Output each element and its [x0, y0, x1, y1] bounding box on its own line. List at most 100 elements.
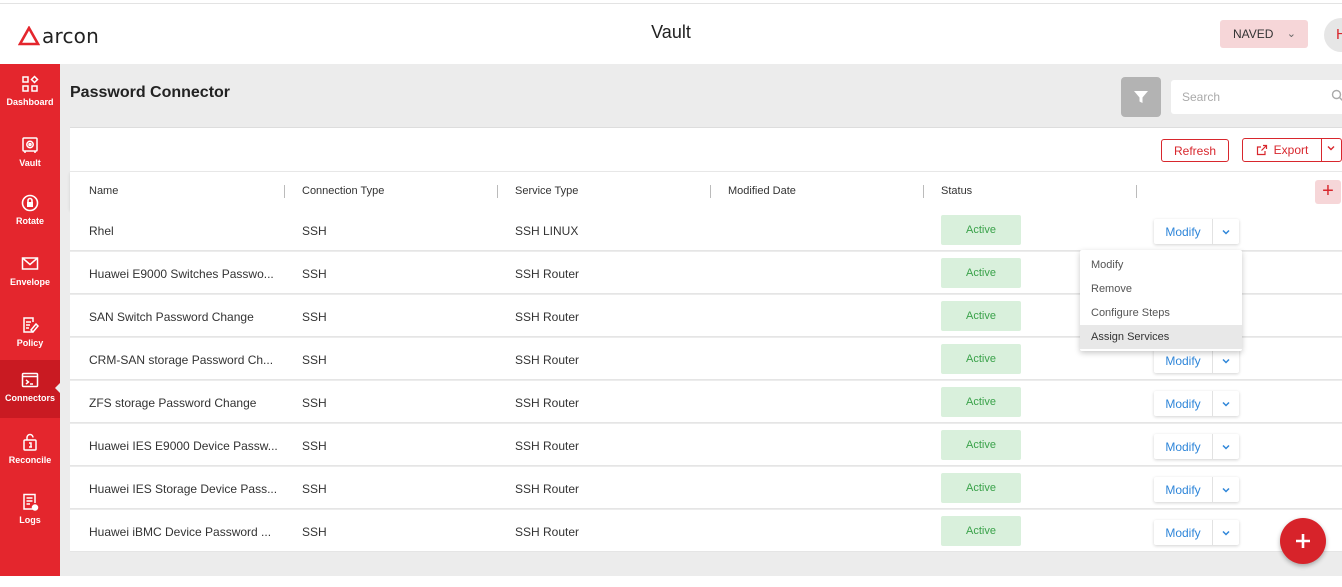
- add-connector-button[interactable]: +: [1315, 180, 1341, 204]
- cell-service-type: SSH Router: [515, 310, 580, 324]
- status-badge: Active: [941, 215, 1021, 245]
- modify-button[interactable]: Modify: [1154, 434, 1212, 459]
- terminal-icon: [21, 370, 39, 390]
- row-action-group: Modify: [1154, 434, 1239, 459]
- export-label: Export: [1273, 143, 1309, 157]
- cell-name: Rhel: [89, 224, 114, 238]
- sidebar-item-envelope[interactable]: Envelope: [0, 244, 60, 302]
- plus-icon: [1296, 534, 1310, 548]
- status-badge: Active: [941, 387, 1021, 417]
- column-header-name[interactable]: Name: [89, 185, 118, 197]
- app-title: Vault: [651, 22, 691, 42]
- table-row[interactable]: ZFS storage Password Change SSH SSH Router…: [70, 381, 1342, 423]
- column-divider: [710, 185, 711, 198]
- chevron-down-icon[interactable]: [1212, 348, 1239, 373]
- column-divider: [497, 185, 498, 198]
- cell-connection-type: SSH: [302, 353, 327, 367]
- menu-item-modify[interactable]: Modify: [1080, 253, 1242, 277]
- column-header-status[interactable]: Status: [941, 185, 972, 197]
- chevron-down-icon[interactable]: [1212, 477, 1239, 502]
- table-row[interactable]: Rhel SSH SSH LINUX Active Modify: [70, 209, 1342, 251]
- cell-name: ZFS storage Password Change: [89, 396, 257, 410]
- cell-connection-type: SSH: [302, 482, 327, 496]
- sidebar-item-rotate[interactable]: Rotate: [0, 183, 60, 241]
- cell-name: CRM-SAN storage Password Ch...: [89, 353, 274, 367]
- cell-connection-type: SSH: [302, 439, 327, 453]
- sidebar-item-label: Policy: [16, 338, 44, 348]
- row-action-group: Modify: [1154, 520, 1239, 545]
- column-header-service-type[interactable]: Service Type: [515, 185, 578, 197]
- cell-connection-type: SSH: [302, 224, 327, 238]
- menu-item-assign-services[interactable]: Assign Services: [1080, 325, 1242, 349]
- chevron-down-icon[interactable]: [1212, 219, 1239, 244]
- sidebar-item-label: Rotate: [15, 216, 44, 226]
- refresh-button[interactable]: Refresh: [1161, 139, 1229, 162]
- cell-service-type: SSH Router: [515, 439, 580, 453]
- search-icon[interactable]: [1331, 89, 1342, 102]
- row-action-group: Modify: [1154, 348, 1239, 373]
- status-badge: Active: [941, 516, 1021, 546]
- user-name: NAVED: [1233, 27, 1274, 41]
- cell-connection-type: SSH: [302, 310, 327, 324]
- modify-button[interactable]: Modify: [1154, 219, 1212, 244]
- sidebar-item-label: Connectors: [4, 393, 55, 403]
- floating-add-button[interactable]: [1280, 518, 1326, 564]
- envelope-icon: [21, 254, 39, 274]
- table-row[interactable]: Huawei iBMC Device Password ... SSH SSH Ro…: [70, 510, 1342, 552]
- cell-service-type: SSH Router: [515, 525, 580, 539]
- logs-icon: [21, 492, 39, 512]
- export-button-group: Export: [1242, 138, 1342, 162]
- filter-icon: [1134, 91, 1148, 103]
- column-header-modified-date[interactable]: Modified Date: [728, 185, 796, 197]
- filter-button[interactable]: [1121, 77, 1161, 117]
- export-button[interactable]: Export: [1243, 139, 1321, 161]
- vault-icon: [21, 135, 39, 155]
- row-action-group: Modify: [1154, 219, 1239, 244]
- status-badge: Active: [941, 301, 1021, 331]
- cell-service-type: SSH Router: [515, 396, 580, 410]
- table-toolbar: Refresh Export: [70, 127, 1342, 171]
- cell-service-type: SSH Router: [515, 267, 580, 281]
- column-header-connection-type[interactable]: Connection Type: [302, 185, 384, 197]
- sidebar-item-connectors[interactable]: Connectors: [0, 360, 61, 418]
- column-divider: [923, 185, 924, 198]
- dashboard-icon: [21, 74, 39, 94]
- sidebar-item-reconcile[interactable]: Reconcile: [0, 422, 60, 480]
- cell-service-type: SSH LINUX: [515, 224, 579, 238]
- table-row[interactable]: Huawei IES E9000 Device Passw... SSH SSH R…: [70, 424, 1342, 466]
- menu-item-remove[interactable]: Remove: [1080, 277, 1242, 301]
- cell-connection-type: SSH: [302, 525, 327, 539]
- page-title: Password Connector: [70, 84, 231, 101]
- modify-button[interactable]: Modify: [1154, 391, 1212, 416]
- cell-service-type: SSH Router: [515, 353, 580, 367]
- modify-button[interactable]: Modify: [1154, 520, 1212, 545]
- modify-button[interactable]: Modify: [1154, 477, 1212, 502]
- export-divider: [1321, 139, 1322, 161]
- sidebar-item-logs[interactable]: Logs: [0, 482, 60, 540]
- row-action-group: Modify: [1154, 391, 1239, 416]
- menu-item-configure-steps[interactable]: Configure Steps: [1080, 301, 1242, 325]
- reconcile-icon: [21, 432, 39, 452]
- sidebar-item-policy[interactable]: Policy: [0, 305, 60, 363]
- cell-connection-type: SSH: [302, 267, 327, 281]
- sidebar-item-label: Vault: [19, 158, 41, 168]
- chevron-down-icon[interactable]: [1212, 434, 1239, 459]
- status-badge: Active: [941, 430, 1021, 460]
- status-badge: Active: [941, 344, 1021, 374]
- sidebar-item-vault[interactable]: Vault: [0, 125, 60, 183]
- search-input[interactable]: [1182, 90, 1322, 104]
- modify-button[interactable]: Modify: [1154, 348, 1212, 373]
- user-menu-button[interactable]: NAVED ⌄: [1220, 20, 1308, 48]
- rotate-icon: [21, 193, 39, 213]
- column-divider: [1136, 185, 1137, 198]
- sidebar-item-dashboard[interactable]: Dashboard: [0, 64, 60, 122]
- sidebar-item-label: Envelope: [9, 277, 50, 287]
- table-row[interactable]: Huawei IES Storage Device Pass... SSH SSH …: [70, 467, 1342, 509]
- chevron-down-icon[interactable]: [1326, 143, 1336, 156]
- cell-service-type: SSH Router: [515, 482, 580, 496]
- cell-name: Huawei IES Storage Device Pass...: [89, 482, 278, 496]
- chevron-down-icon[interactable]: [1212, 391, 1239, 416]
- chevron-down-icon[interactable]: [1212, 520, 1239, 545]
- cell-connection-type: SSH: [302, 396, 327, 410]
- search-box[interactable]: [1171, 80, 1342, 114]
